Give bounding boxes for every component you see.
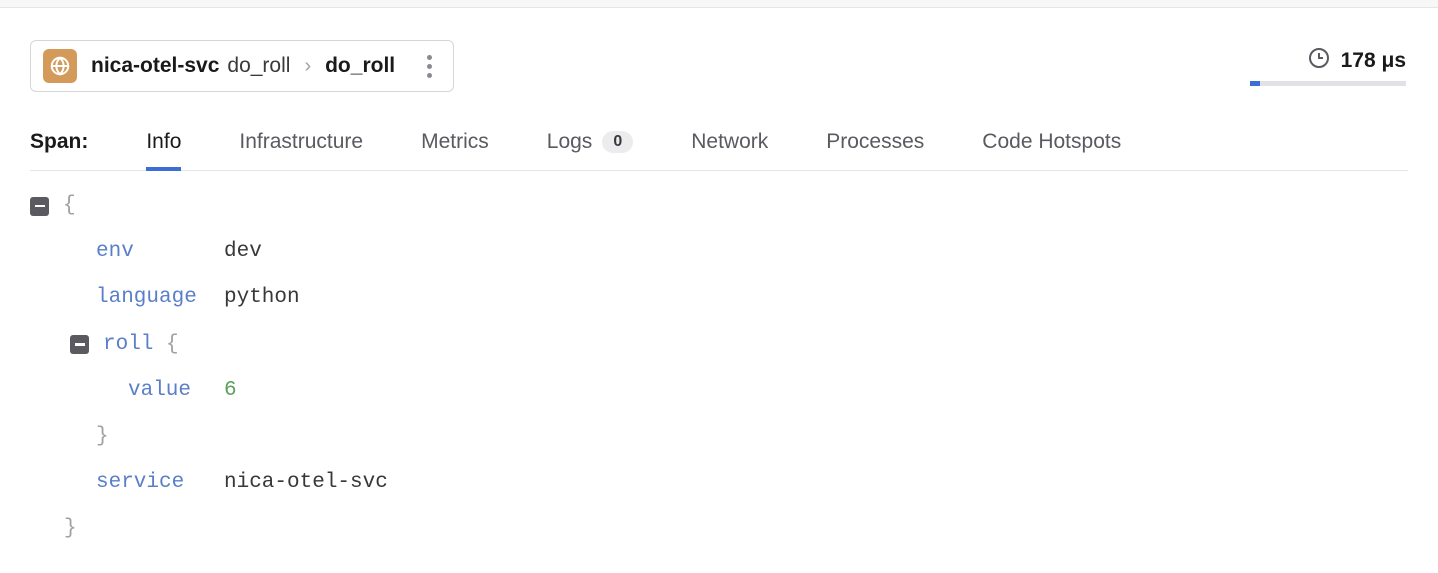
duration-bar bbox=[1250, 81, 1406, 86]
clock-icon bbox=[1307, 46, 1331, 75]
json-value[interactable]: nica-otel-svc bbox=[224, 460, 388, 506]
collapse-toggle[interactable] bbox=[70, 335, 89, 354]
duration-bar-fill bbox=[1250, 81, 1260, 86]
breadcrumb-service[interactable]: nica-otel-svc bbox=[91, 54, 219, 78]
duration: 178 μs bbox=[1250, 46, 1406, 86]
logs-count-badge: 0 bbox=[602, 131, 633, 153]
tab-metrics[interactable]: Metrics bbox=[421, 130, 489, 170]
chevron-right-icon: › bbox=[298, 55, 317, 78]
json-key[interactable]: service bbox=[96, 471, 184, 494]
tabs-label: Span: bbox=[30, 130, 88, 170]
json-key[interactable]: value bbox=[128, 379, 191, 402]
collapse-toggle[interactable] bbox=[30, 197, 49, 216]
json-key[interactable]: language bbox=[96, 286, 197, 309]
json-pair-service: service nica-otel-svc bbox=[30, 460, 1408, 506]
tab-network[interactable]: Network bbox=[691, 130, 768, 170]
json-value[interactable]: python bbox=[224, 275, 300, 321]
span-json-view: { env dev language python roll { value 6… bbox=[30, 171, 1408, 573]
json-key[interactable]: env bbox=[96, 240, 134, 263]
json-roll-open: roll { bbox=[30, 322, 1408, 368]
tab-code-hotspots[interactable]: Code Hotspots bbox=[982, 130, 1121, 170]
globe-icon bbox=[43, 49, 77, 83]
breadcrumb[interactable]: nica-otel-svc do_roll › do_roll bbox=[30, 40, 454, 92]
tab-logs[interactable]: Logs 0 bbox=[547, 130, 633, 170]
top-border bbox=[0, 0, 1438, 8]
json-root-close: } bbox=[30, 506, 1408, 552]
header-row: nica-otel-svc do_roll › do_roll 178 μs bbox=[30, 40, 1408, 92]
breadcrumb-current: do_roll bbox=[325, 54, 395, 78]
json-value[interactable]: 6 bbox=[224, 368, 237, 414]
json-roll-close: } bbox=[30, 414, 1408, 460]
more-options-button[interactable] bbox=[417, 52, 441, 80]
tabs: Span: Info Infrastructure Metrics Logs 0… bbox=[30, 130, 1408, 171]
breadcrumb-operation[interactable]: do_roll bbox=[227, 54, 290, 78]
breadcrumb-text: nica-otel-svc do_roll › do_roll bbox=[91, 54, 395, 78]
tab-processes[interactable]: Processes bbox=[826, 130, 924, 170]
duration-value: 178 μs bbox=[1341, 49, 1406, 73]
json-pair-language: language python bbox=[30, 275, 1408, 321]
json-value[interactable]: dev bbox=[224, 229, 262, 275]
json-pair-roll-value: value 6 bbox=[30, 368, 1408, 414]
json-pair-env: env dev bbox=[30, 229, 1408, 275]
json-root-open: { bbox=[30, 183, 1408, 229]
json-key[interactable]: roll bbox=[103, 322, 153, 368]
tab-info[interactable]: Info bbox=[146, 130, 181, 170]
tab-infrastructure[interactable]: Infrastructure bbox=[239, 130, 363, 170]
